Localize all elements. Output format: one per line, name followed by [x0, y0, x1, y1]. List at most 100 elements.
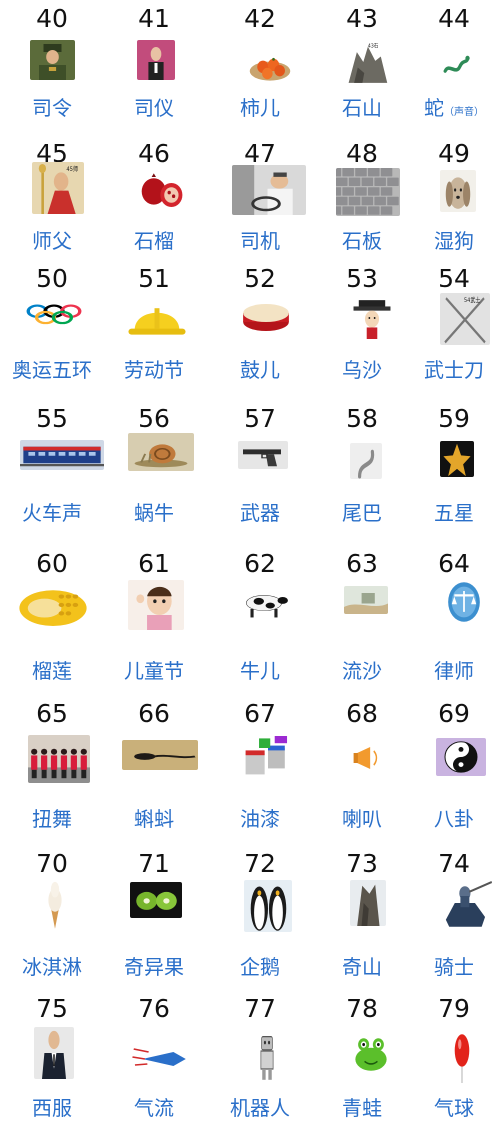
card-word: 石榴: [104, 228, 204, 254]
card-word: 机器人: [210, 1095, 310, 1121]
card-word: 乌沙: [312, 357, 412, 383]
card-word-text: 八卦: [434, 807, 474, 831]
airflow-icon: [130, 1037, 192, 1077]
card-number: 69: [438, 699, 470, 728]
card-word: 师父: [2, 228, 102, 254]
card-word: 蜗牛: [104, 500, 204, 526]
card-number: 44: [438, 4, 470, 33]
card-number: 52: [244, 264, 276, 293]
number-card-65: 65 扭舞: [2, 700, 102, 832]
card-word: 扭舞: [2, 806, 102, 832]
number-card-72: 72 企鹅: [210, 850, 310, 980]
card-word: 五星: [404, 500, 500, 526]
balloon-icon: [448, 1033, 476, 1083]
card-word: 榴莲: [2, 658, 102, 684]
card-word-text: 冰淇淋: [22, 955, 82, 979]
snail-icon: [128, 433, 194, 471]
card-number: 58: [346, 404, 378, 433]
train-icon: [20, 440, 104, 470]
card-word: 奇异果: [104, 954, 204, 980]
card-word-text: 喇叭: [342, 807, 382, 831]
number-card-41: 41 司仪: [104, 5, 204, 135]
card-number: 57: [244, 404, 276, 433]
card-word-text: 石板: [342, 229, 382, 253]
card-word-text: 气球: [434, 1096, 474, 1120]
card-number: 63: [346, 549, 378, 578]
card-word: 气球: [404, 1095, 500, 1121]
penguin-icon: [244, 880, 292, 932]
card-word: 武士刀: [404, 357, 500, 383]
card-word-text: 火车声: [22, 501, 82, 525]
hat-doll-icon: [350, 297, 394, 339]
card-word-text: 石山: [342, 96, 382, 120]
number-card-42: 42 柿儿: [210, 5, 310, 135]
card-word: 油漆: [210, 806, 310, 832]
number-card-53: 53 乌沙: [312, 265, 412, 395]
card-word-text: 蛇: [424, 96, 444, 120]
number-card-61: 61 儿童节: [104, 549, 204, 683]
persimmon-icon: [248, 45, 292, 83]
card-word-text: 奥运五环: [12, 358, 92, 382]
number-card-55: 55 火车声: [2, 405, 104, 535]
card-word: 气流: [104, 1095, 204, 1121]
card-number: 40: [36, 4, 68, 33]
card-word-note: （声音）: [444, 107, 484, 118]
card-word-text: 司令: [32, 96, 72, 120]
pistol-icon: [238, 441, 288, 469]
card-number: 70: [36, 849, 68, 878]
star-icon: [440, 441, 474, 477]
card-word-text: 蝌蚪: [134, 807, 174, 831]
driver-icon: [232, 165, 306, 215]
mountain-icon: [350, 880, 386, 926]
card-word: 奇山: [312, 954, 412, 980]
card-number: 79: [438, 994, 470, 1023]
ice-cream-icon: [40, 878, 70, 930]
card-word-text: 五星: [434, 501, 474, 525]
card-word: 儿童节: [104, 658, 204, 684]
card-number: 56: [138, 404, 170, 433]
number-card-78: 78 青蛙: [312, 995, 412, 1125]
card-word: 石山: [312, 95, 412, 121]
card-number: 61: [138, 549, 170, 578]
card-number: 47: [244, 139, 276, 168]
number-card-67: 67 油漆: [210, 699, 310, 832]
tadpole-icon: [122, 740, 198, 770]
card-word: 企鹅: [210, 954, 310, 980]
card-word-text: 扭舞: [32, 807, 72, 831]
card-word-text: 牛儿: [240, 659, 280, 683]
number-card-43: 43 43石 石山: [312, 5, 412, 135]
card-word-text: 石榴: [134, 229, 174, 253]
number-card-66: 66 蝌蚪: [104, 700, 204, 831]
durian-icon: [18, 585, 88, 627]
card-number: 67: [244, 699, 276, 728]
card-word-text: 榴莲: [32, 659, 72, 683]
card-number: 72: [244, 849, 276, 878]
knight-icon: [438, 875, 494, 931]
card-word: 火车声: [2, 500, 102, 526]
card-word-text: 司机: [240, 229, 280, 253]
card-word-text: 武士刀: [424, 358, 484, 382]
pomegranate-icon: [134, 165, 189, 213]
card-word: 奥运五环: [2, 357, 102, 383]
card-word-text: 奇异果: [124, 955, 184, 979]
card-word: 湿狗: [404, 228, 500, 254]
card-number: 77: [244, 994, 276, 1023]
number-card-73: 73 奇山: [312, 850, 412, 980]
number-card-70: 70 冰淇淋: [2, 850, 102, 980]
number-card-77: 77 机器人: [210, 995, 310, 1125]
number-card-48: 48 石板: [312, 140, 412, 270]
card-word-text: 西服: [32, 1096, 72, 1120]
card-word: 司令: [2, 95, 102, 121]
number-card-75: 75 西服: [2, 995, 102, 1125]
robot-icon: [250, 1033, 284, 1081]
card-word-text: 骑士: [434, 955, 474, 979]
number-card-59: 59 五星: [404, 405, 500, 535]
card-word-text: 气流: [134, 1096, 174, 1120]
soldier-icon: [30, 40, 75, 80]
frog-icon: [348, 1033, 394, 1075]
number-card-52: 52 鼓儿: [210, 265, 310, 395]
horn-icon: [350, 738, 386, 778]
hard-hat-icon: [126, 295, 188, 343]
card-number: 74: [438, 849, 470, 878]
card-word-text: 尾巴: [342, 501, 382, 525]
